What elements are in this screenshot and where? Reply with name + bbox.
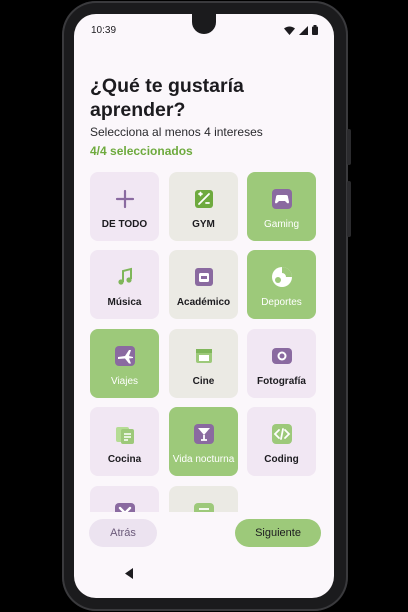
- cocktail-icon: [193, 423, 215, 445]
- power-button: [347, 181, 351, 237]
- interest-tile-de-todo[interactable]: DE TODO: [90, 172, 159, 241]
- interest-tile-viajes[interactable]: Viajes: [90, 329, 159, 398]
- backpack-icon: [193, 266, 215, 288]
- interest-label: Vida nocturna: [172, 454, 235, 465]
- airplane-icon: [114, 345, 136, 367]
- interest-tile-deportes[interactable]: Deportes: [247, 250, 316, 319]
- interest-tile-vida-nocturna[interactable]: Vida nocturna: [169, 407, 238, 476]
- interest-label: Coding: [264, 454, 299, 465]
- status-time: 10:39: [91, 24, 117, 36]
- code-icon: [271, 423, 293, 445]
- fitness-icon: [193, 188, 215, 210]
- selection-count: 4/4 seleccionados: [90, 144, 193, 158]
- cross-icon: [114, 502, 136, 512]
- interest-tile-item-13[interactable]: [169, 486, 238, 512]
- recipe-icon: [114, 423, 136, 445]
- interest-tile-cocina[interactable]: Cocina: [90, 407, 159, 476]
- interest-label: Académico: [176, 297, 231, 308]
- interest-tile-gym[interactable]: GYM: [169, 172, 238, 241]
- interest-label: Gaming: [263, 219, 299, 230]
- interest-label: GYM: [192, 219, 215, 230]
- plus-icon: [114, 188, 136, 210]
- interest-label: Viajes: [110, 376, 139, 387]
- interest-tile-musica[interactable]: Música: [90, 250, 159, 319]
- back-button[interactable]: Atrás: [89, 519, 157, 547]
- system-nav-bar: [74, 558, 334, 598]
- ball-icon: [271, 266, 293, 288]
- nav-back-icon[interactable]: [123, 567, 136, 580]
- music-note-icon: [114, 266, 136, 288]
- signal-icon: [299, 25, 308, 35]
- list-icon: [193, 502, 215, 512]
- interest-tile-academico[interactable]: Académico: [169, 250, 238, 319]
- screen: 10:39 ¿Qué te gustaría aprender? Selecci…: [74, 14, 334, 598]
- bottom-action-bar: Atrás Siguiente: [74, 512, 334, 558]
- interest-label: Cine: [192, 376, 215, 387]
- wifi-icon: [284, 26, 295, 35]
- gamepad-icon: [271, 188, 293, 210]
- interest-label: Cocina: [107, 454, 142, 465]
- interest-label: DE TODO: [101, 219, 148, 230]
- next-button[interactable]: Siguiente: [235, 519, 321, 547]
- volume-button: [347, 129, 351, 165]
- interest-tile-fotografia[interactable]: Fotografía: [247, 329, 316, 398]
- interest-label: Música: [107, 297, 142, 308]
- interest-tile-item-12[interactable]: [90, 486, 159, 512]
- movie-icon: [193, 345, 215, 367]
- interest-tile-cine[interactable]: Cine: [169, 329, 238, 398]
- interest-label: Deportes: [261, 297, 302, 308]
- interest-tile-coding[interactable]: Coding: [247, 407, 316, 476]
- battery-icon: [312, 25, 318, 35]
- interest-tile-gaming[interactable]: Gaming: [247, 172, 316, 241]
- page-title: ¿Qué te gustaría aprender?: [90, 75, 244, 121]
- interest-label: Fotografía: [257, 376, 306, 387]
- camera-icon: [271, 345, 293, 367]
- page-subtitle: Selecciona al menos 4 intereses: [90, 125, 263, 139]
- interests-grid[interactable]: DE TODO GYM Gaming Música Académico Deportes V…: [74, 172, 334, 512]
